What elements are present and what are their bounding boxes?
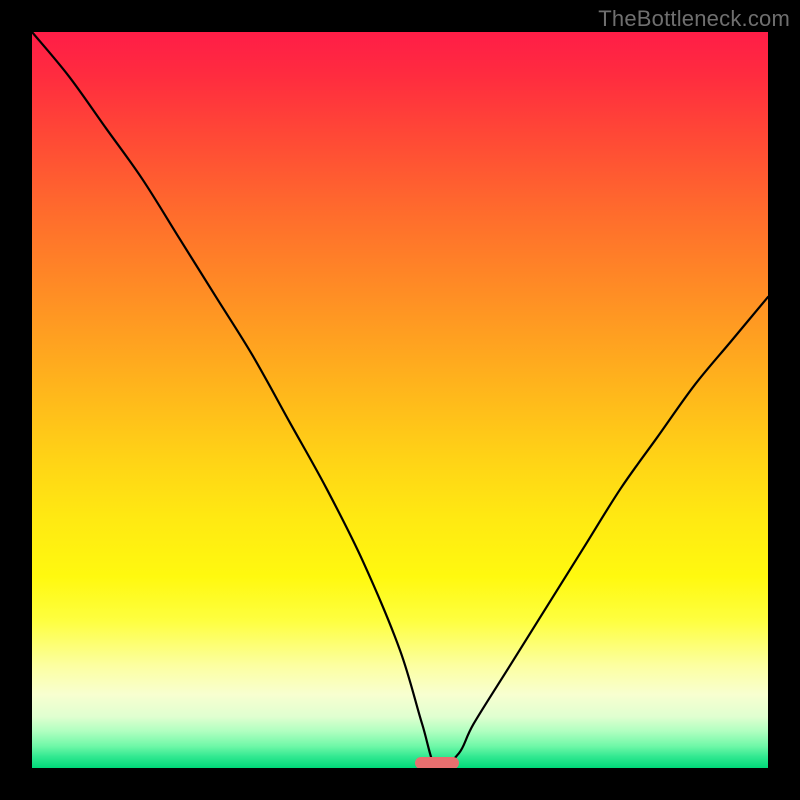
bottleneck-curve (32, 32, 768, 768)
minimum-marker (415, 757, 459, 768)
curve-svg (32, 32, 768, 768)
chart-frame: TheBottleneck.com (0, 0, 800, 800)
watermark-text: TheBottleneck.com (598, 6, 790, 32)
plot-area (32, 32, 768, 768)
